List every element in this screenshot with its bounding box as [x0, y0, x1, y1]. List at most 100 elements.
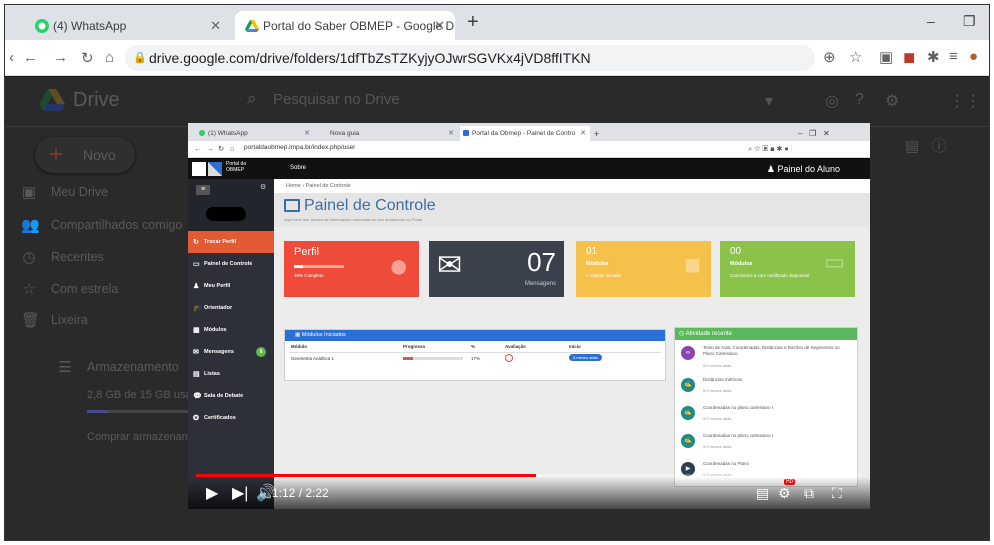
status-icon[interactable]: ◎: [825, 91, 839, 111]
settings-gear-icon[interactable]: ⚙: [778, 485, 791, 502]
perfil-progress-bar: [294, 265, 344, 268]
page-title: Painel de Controle: [304, 197, 436, 214]
trash-icon: 🗑: [21, 312, 41, 329]
minimize-button[interactable]: –: [927, 13, 935, 29]
google-drive-icon: [245, 20, 259, 32]
help-icon[interactable]: ?: [855, 91, 864, 109]
video-tab-title: (1) WhatsApp: [208, 130, 248, 137]
portal-nav-label: Sala de Debate: [204, 393, 244, 399]
maximize-button[interactable]: ❐: [963, 13, 976, 30]
back-button[interactable]: ←: [23, 49, 38, 66]
miniplayer-icon[interactable]: ⧉: [804, 485, 814, 502]
storage-bar-fill: [87, 410, 108, 413]
portal-nav-certificados: ✪ Certificados: [188, 407, 274, 429]
video-tab-title: Nova guia: [330, 130, 360, 137]
video-address-bar: ← → ↻ ⌂ portaldaobmep.impa.br/index.php/…: [188, 141, 870, 158]
settings-icon: ⚙: [260, 184, 267, 191]
video-tab-portal: Portal da Obmep - Painel de Contro ✕: [460, 126, 590, 141]
clock-icon: ◷: [679, 331, 686, 337]
nav-item-starred[interactable]: ☆ Com estrela: [22, 281, 118, 298]
activity-item: ✍ Distâncias métricas 0/3 meses atrás: [681, 376, 851, 400]
whatsapp-icon: [35, 19, 49, 33]
tab-whatsapp[interactable]: (4) WhatsApp ✕: [25, 11, 231, 40]
home-button[interactable]: ⌂: [105, 49, 114, 66]
forward-button[interactable]: →: [53, 49, 68, 66]
nav-item-trash[interactable]: 🗑 Lixeira: [21, 312, 88, 329]
close-tab-icon[interactable]: ✕: [210, 18, 221, 34]
new-button[interactable]: + Novo: [35, 137, 135, 173]
bookmark-star-icon[interactable]: ☆: [849, 48, 862, 66]
activity-time: 0/3 meses atrás: [703, 363, 732, 368]
file-icon: ▤: [193, 371, 200, 378]
row-progress-fill: [403, 357, 414, 360]
nav-item-shared[interactable]: 👥 Compartilhados comigo: [21, 217, 182, 234]
card-modulos-sub: 1 módulo iniciado: [586, 273, 622, 278]
card-perfil-sub: 18% Completo: [294, 273, 324, 278]
exercise-icon: ✍: [681, 378, 695, 392]
drive-search-input[interactable]: Pesquisar no Drive: [273, 91, 400, 108]
tab-scroll-left-icon[interactable]: ‹: [9, 49, 14, 66]
table-divider: [289, 352, 661, 353]
search-options-icon[interactable]: ▾: [765, 91, 773, 111]
people-icon: 👥: [21, 217, 40, 234]
activity-item: ✍ Coordenadas no plano cartesiano I 0/3 …: [681, 432, 851, 456]
storage-icon: ☰: [58, 359, 72, 376]
nav-label: Meu Drive: [51, 185, 108, 199]
fullscreen-icon[interactable]: ⛶: [832, 485, 842, 502]
video-tab-whatsapp: (1) WhatsApp ✕: [196, 126, 314, 141]
pdf-extension-icon[interactable]: ◼: [903, 48, 915, 66]
reload-button[interactable]: ↻: [81, 49, 94, 67]
video-player[interactable]: (1) WhatsApp ✕ Nova guia ✕ Portal da Obm…: [188, 123, 870, 509]
refresh-icon: ↻: [193, 239, 199, 246]
messages-badge: 0: [256, 347, 266, 357]
drive-title: Drive: [73, 89, 120, 111]
breadcrumb: Home › Painel de Controle: [274, 179, 870, 193]
modules-panel-title-text: Módulos Iniciados: [301, 332, 346, 338]
card-mensagens-number: 07: [527, 247, 556, 277]
search-icon[interactable]: ⌕: [247, 89, 257, 109]
monitor-icon: [284, 199, 300, 212]
nav-label: Lixeira: [51, 313, 88, 327]
next-button[interactable]: ▶|: [232, 483, 248, 503]
portal-topbar: Portal da OBMEP Sobre ♟ Painel do Aluno: [188, 159, 870, 179]
card-modulos2-sub: Concluídos e com certificado disponível: [730, 273, 810, 278]
whatsapp-icon: [199, 130, 205, 136]
nav-item-storage[interactable]: ☰ Armazenamento: [58, 359, 179, 376]
portal-title-area: Painel de Controle Aqui você tem acesso …: [274, 193, 870, 227]
play-button[interactable]: ▶: [206, 483, 218, 503]
portal-nav-label: Listas: [204, 371, 220, 377]
drive-icon: ▣: [21, 184, 37, 201]
activity-panel: ◷ Atividade recente ∞ Texto de Aula: Coo…: [674, 327, 858, 487]
add-icon[interactable]: ⊕: [823, 48, 836, 66]
close-tab-icon[interactable]: ✕: [434, 18, 445, 34]
monitor-icon: ▭: [193, 261, 200, 268]
portal-nav-label: Certificados: [204, 415, 236, 421]
gear-icon[interactable]: ⚙: [885, 91, 899, 111]
subtitles-icon[interactable]: ▤: [756, 485, 769, 502]
profile-avatar-icon[interactable]: ●: [969, 48, 978, 65]
reading-list-icon[interactable]: ≡: [949, 48, 958, 65]
activity-panel-title: ◷ Atividade recente: [675, 328, 857, 340]
close-icon: ✕: [448, 130, 454, 137]
close-icon: ✕: [580, 130, 586, 137]
col-avaliacao: Avaliação: [505, 344, 526, 349]
nav-item-recent[interactable]: ◷ Recentes: [22, 249, 103, 266]
tab-portal-saber[interactable]: Portal do Saber OBMEP - Google D ✕: [235, 11, 455, 40]
portal-nav-meu-perfil: ♟ Meu Perfil: [188, 275, 274, 297]
portal-nav-sala-debate: 💬 Sala de Debate: [188, 385, 274, 407]
apps-grid-icon[interactable]: ⋮⋮: [949, 91, 981, 111]
url-bar[interactable]: 🔒 drive.google.com/drive/folders/1dfTbZs…: [125, 45, 815, 71]
drive-logo-icon: [39, 89, 65, 111]
redacted-user-name: [206, 207, 246, 221]
portal-link-sobre: Sobre: [290, 165, 307, 171]
nav-label: Armazenamento: [87, 360, 179, 374]
col-modulo: Módulo: [291, 344, 307, 349]
activity-panel-title-text: Atividade recente: [685, 331, 732, 337]
view-toggle-icons[interactable]: ▤ ⓘ: [905, 135, 947, 156]
new-tab-button[interactable]: +: [467, 12, 479, 32]
nav-item-my-drive[interactable]: ▣ Meu Drive: [22, 184, 108, 201]
portal-nav-modulos: ▦ Módulos: [188, 319, 274, 341]
extensions-puzzle-icon[interactable]: ✱: [927, 48, 940, 66]
tab-title: Portal do Saber OBMEP - Google D: [263, 18, 455, 33]
extension-icon[interactable]: ▣: [879, 48, 893, 66]
